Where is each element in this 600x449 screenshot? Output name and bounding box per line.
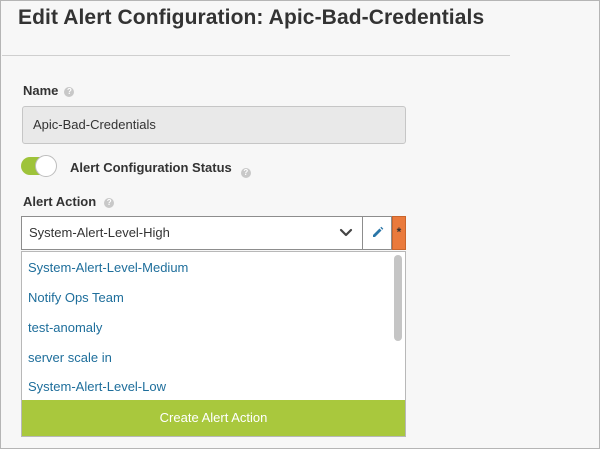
status-label-row: Alert Configuration Status? [70,160,251,178]
help-icon[interactable]: ? [104,198,115,208]
dropdown-option[interactable]: Notify Ops Team [28,290,124,305]
required-marker: * [392,216,406,250]
alert-action-label: Alert Action [23,194,97,209]
create-alert-action-button[interactable]: Create Alert Action [22,400,405,436]
toggle-knob [35,155,57,177]
dropdown-option[interactable]: server scale in [28,350,112,365]
page-title: Edit Alert Configuration: Apic-Bad-Crede… [18,6,485,29]
pencil-icon [371,226,384,244]
dropdown-option[interactable]: System-Alert-Level-Low [28,379,166,394]
help-icon[interactable]: ? [64,87,75,97]
status-label: Alert Configuration Status [70,160,232,175]
dropdown-option[interactable]: System-Alert-Level-Medium [28,260,188,275]
title-divider [2,55,510,56]
edit-button[interactable] [362,216,392,250]
alert-action-select[interactable]: System-Alert-Level-High [21,216,363,250]
chevron-down-icon[interactable] [339,217,353,249]
selected-value: System-Alert-Level-High [29,225,170,240]
name-label-row: Name? [23,83,75,98]
alert-action-label-row: Alert Action? [23,194,115,209]
name-label: Name [23,83,59,98]
help-icon[interactable]: ? [240,168,251,178]
status-toggle[interactable] [21,155,57,177]
dropdown-option[interactable]: test-anomaly [28,320,102,335]
alert-action-dropdown[interactable]: System-Alert-Level-Medium Notify Ops Tea… [21,251,406,437]
name-field[interactable]: Apic-Bad-Credentials [22,106,406,144]
dropdown-scrollbar[interactable] [394,255,402,341]
